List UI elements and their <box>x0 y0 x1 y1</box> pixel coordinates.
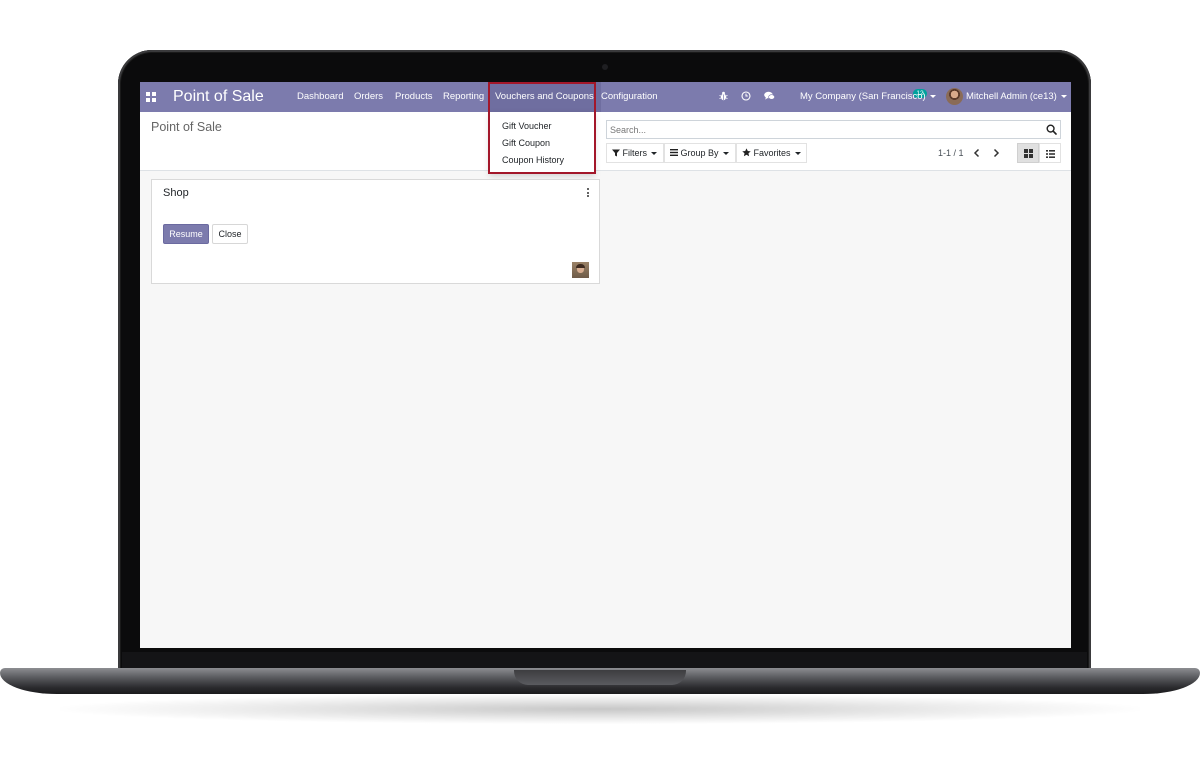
favorites-button[interactable]: Favorites <box>736 143 807 163</box>
webcam <box>601 64 608 70</box>
menu-products[interactable]: Products <box>395 91 433 102</box>
app-screen: Point of Sale Dashboard Orders Products … <box>140 82 1071 648</box>
group-by-label: Group By <box>680 148 719 158</box>
user-menu[interactable]: Mitchell Admin (ce13) <box>966 82 1067 112</box>
clock-icon[interactable] <box>741 91 751 104</box>
laptop-bottom-bezel <box>122 652 1087 668</box>
dropdown-item-coupon-history[interactable]: Coupon History <box>502 155 564 165</box>
list-icon <box>670 149 678 156</box>
filters-button[interactable]: Filters <box>606 143 664 163</box>
top-navbar: Point of Sale Dashboard Orders Products … <box>140 82 1071 112</box>
list-view-button[interactable] <box>1039 143 1061 163</box>
pager-previous-icon[interactable] <box>972 148 982 158</box>
breadcrumb: Point of Sale <box>151 120 222 134</box>
chevron-down-icon <box>929 94 936 98</box>
pos-session-card: Shop Resume Close <box>151 179 600 284</box>
menu-configuration[interactable]: Configuration <box>601 91 658 102</box>
chevron-down-icon <box>722 152 729 156</box>
chevron-down-icon <box>651 152 658 156</box>
search-bar[interactable] <box>606 120 1061 139</box>
menu-dashboard[interactable]: Dashboard <box>297 91 343 102</box>
group-by-button[interactable]: Group By <box>664 143 736 163</box>
pager-value[interactable]: 1-1 / 1 <box>938 148 964 158</box>
company-name: My Company (San Francisco) <box>800 91 926 102</box>
dropdown-item-gift-coupon[interactable]: Gift Coupon <box>502 138 550 148</box>
user-avatar[interactable] <box>946 88 963 105</box>
dropdown-item-gift-voucher[interactable]: Gift Voucher <box>502 121 552 131</box>
menu-orders[interactable]: Orders <box>354 91 383 102</box>
star-icon <box>742 148 751 157</box>
list-icon <box>1046 150 1055 158</box>
close-button[interactable]: Close <box>212 224 248 244</box>
bug-icon[interactable] <box>719 91 728 104</box>
app-title[interactable]: Point of Sale <box>173 88 264 106</box>
apps-menu-icon[interactable] <box>146 92 156 102</box>
user-name: Mitchell Admin (ce13) <box>966 91 1057 102</box>
resume-button[interactable]: Resume <box>163 224 209 244</box>
favorites-label: Favorites <box>753 148 791 158</box>
pager-next-icon[interactable] <box>991 148 1001 158</box>
laptop-notch <box>514 670 686 685</box>
search-input[interactable] <box>610 124 1030 136</box>
filters-label: Filters <box>622 148 648 158</box>
chevron-down-icon <box>1060 94 1067 98</box>
chat-icon[interactable] <box>764 91 775 104</box>
company-switcher[interactable]: My Company (San Francisco) <box>800 82 936 112</box>
kanban-view-button[interactable] <box>1017 143 1039 163</box>
chevron-down-icon <box>794 152 801 156</box>
more-options-icon[interactable] <box>586 188 590 197</box>
kanban-icon <box>1024 149 1033 158</box>
menu-reporting[interactable]: Reporting <box>443 91 484 102</box>
search-icon[interactable] <box>1046 124 1057 135</box>
vouchers-dropdown-menu: Gift Voucher Gift Coupon Coupon History <box>489 112 595 174</box>
responsible-avatar <box>572 262 589 278</box>
filter-icon <box>612 149 620 157</box>
menu-vouchers-and-coupons[interactable]: Vouchers and Coupons <box>488 82 601 112</box>
laptop-shadow <box>60 694 1140 724</box>
pos-name: Shop <box>163 187 189 199</box>
